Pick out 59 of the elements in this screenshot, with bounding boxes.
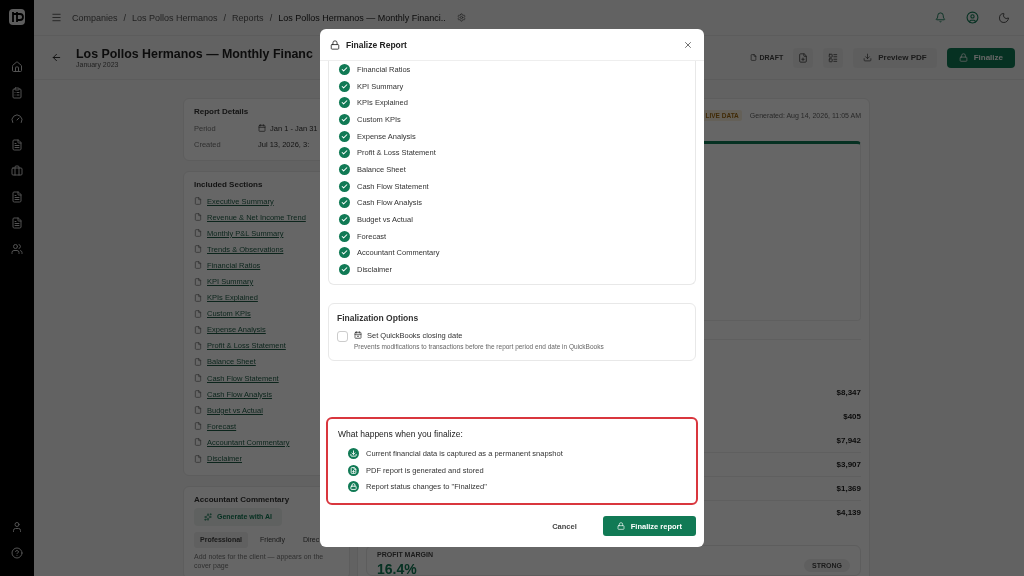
download-icon <box>348 447 359 459</box>
document-icon <box>194 229 202 238</box>
document-icon <box>194 277 202 286</box>
breadcrumb-current: Los Pollos Hermanos — Monthly Financi.. <box>278 12 446 23</box>
download-icon <box>863 53 873 62</box>
options-title: Finalization Options <box>337 312 420 323</box>
document-icon <box>194 438 202 447</box>
document-icon <box>194 390 202 399</box>
amount-value: $4,139 <box>836 508 861 517</box>
document-icon <box>194 374 202 383</box>
breadcrumb-link[interactable]: Reports <box>232 12 264 23</box>
dialog-title: Finalize Report <box>346 39 407 50</box>
amount-value: $8,347 <box>836 388 861 397</box>
lock-icon <box>616 522 625 530</box>
document-icon <box>194 358 202 366</box>
finalize-button[interactable]: Finalize <box>946 47 1015 68</box>
preview-pdf-button[interactable]: Preview PDF <box>853 47 937 68</box>
logo-icon <box>8 8 26 26</box>
file-plus-icon <box>798 52 809 63</box>
document-icon <box>194 293 202 302</box>
card-title: Report Details <box>194 107 250 116</box>
breadcrumb-separator: / <box>223 12 227 23</box>
card-title: Accountant Commentary <box>194 494 291 504</box>
amount-value: $7,942 <box>836 436 861 445</box>
close-icon <box>683 39 693 50</box>
layout-button[interactable] <box>823 47 844 68</box>
document-icon <box>194 341 202 350</box>
metric-value: 16.4% <box>377 562 418 576</box>
document-icon <box>194 245 202 254</box>
calendar-icon <box>258 124 266 132</box>
amount-value: $405 <box>843 412 861 421</box>
card-title: Included Sections <box>194 180 264 189</box>
amount-value: $1,369 <box>836 484 861 493</box>
notice-title: What happens when you finalize: <box>338 429 464 439</box>
document-icon <box>194 261 202 270</box>
document-icon <box>750 54 758 61</box>
file-icon <box>348 464 359 476</box>
checkbox[interactable] <box>337 330 348 342</box>
list-icon <box>828 52 839 63</box>
document-icon <box>194 309 202 318</box>
document-icon <box>194 422 202 431</box>
page-title: Los Pollos Hermanos — Monthly Financ <box>76 47 313 61</box>
sparkle-icon <box>204 512 212 521</box>
breadcrumb-separator: / <box>123 12 127 23</box>
breadcrumb-link[interactable]: Los Pollos Hermanos <box>132 12 218 23</box>
document-icon <box>194 213 202 222</box>
calendar-icon <box>354 331 362 340</box>
lock-icon <box>958 53 968 62</box>
breadcrumb-link[interactable]: Companies <box>72 12 118 23</box>
lock-icon <box>330 39 340 50</box>
document-icon <box>194 406 202 415</box>
document-icon <box>194 197 202 206</box>
breadcrumb-separator: / <box>269 12 273 23</box>
document-icon <box>194 325 202 334</box>
document-icon <box>194 454 202 463</box>
amount-value: $3,907 <box>836 460 861 469</box>
help-icon[interactable] <box>8 544 26 562</box>
add-file-button[interactable] <box>793 47 814 68</box>
lock-icon <box>348 481 359 493</box>
